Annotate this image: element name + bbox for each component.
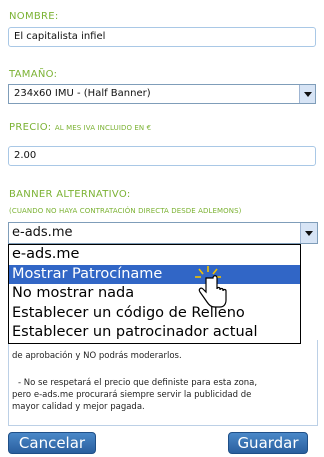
tamano-label: TAMAÑO: [9, 69, 58, 80]
hand-cursor-icon [195, 266, 227, 308]
dropdown-option-selected[interactable]: Mostrar Patrocíname [9, 264, 300, 285]
chevron-down-icon[interactable] [299, 85, 315, 103]
banner-select[interactable]: e-ads.me [8, 222, 318, 244]
note-line: - No se respetará el precio que definist… [18, 378, 258, 388]
dropdown-option[interactable]: No mostrar nada [9, 284, 300, 304]
banner-dropdown-list[interactable]: e-ads.me Mostrar Patrocíname No mostrar … [8, 244, 301, 344]
banner-select-value: e-ads.me [12, 225, 73, 240]
chevron-down-icon[interactable] [300, 223, 317, 243]
banner-hint: (CUANDO NO HAYA CONTRATACIÓN DIRECTA DES… [9, 207, 242, 215]
note-line: de aprobación y NO podrás moderarlos. [12, 351, 182, 361]
dropdown-option[interactable]: e-ads.me [9, 245, 300, 265]
dropdown-option[interactable]: Establecer un patrocinador actual [9, 323, 300, 343]
nombre-input[interactable]: El capitalista infiel [8, 27, 316, 47]
precio-hint: AL MES IVA INCLUIDO EN € [54, 124, 152, 132]
banner-label: BANNER ALTERNATIVO: [9, 189, 131, 200]
note-line: mayor calidad y mejor pagada. [12, 402, 145, 412]
precio-label-text: PRECIO: [9, 122, 52, 133]
precio-input[interactable]: 2.00 [8, 146, 316, 166]
note-line: pero e-ads.me procurará siempre servir l… [12, 390, 252, 400]
cancel-button[interactable]: Cancelar [8, 432, 96, 454]
save-button[interactable]: Guardar [228, 432, 308, 454]
dropdown-option[interactable]: Establecer un código de Relleno [9, 304, 300, 324]
precio-label: PRECIO: AL MES IVA INCLUIDO EN € [9, 122, 151, 133]
tamano-select-value: 234x60 IMU - (Half Banner) [14, 88, 151, 99]
tamano-select[interactable]: 234x60 IMU - (Half Banner) [8, 84, 316, 104]
nombre-label: NOMBRE: [9, 11, 59, 22]
